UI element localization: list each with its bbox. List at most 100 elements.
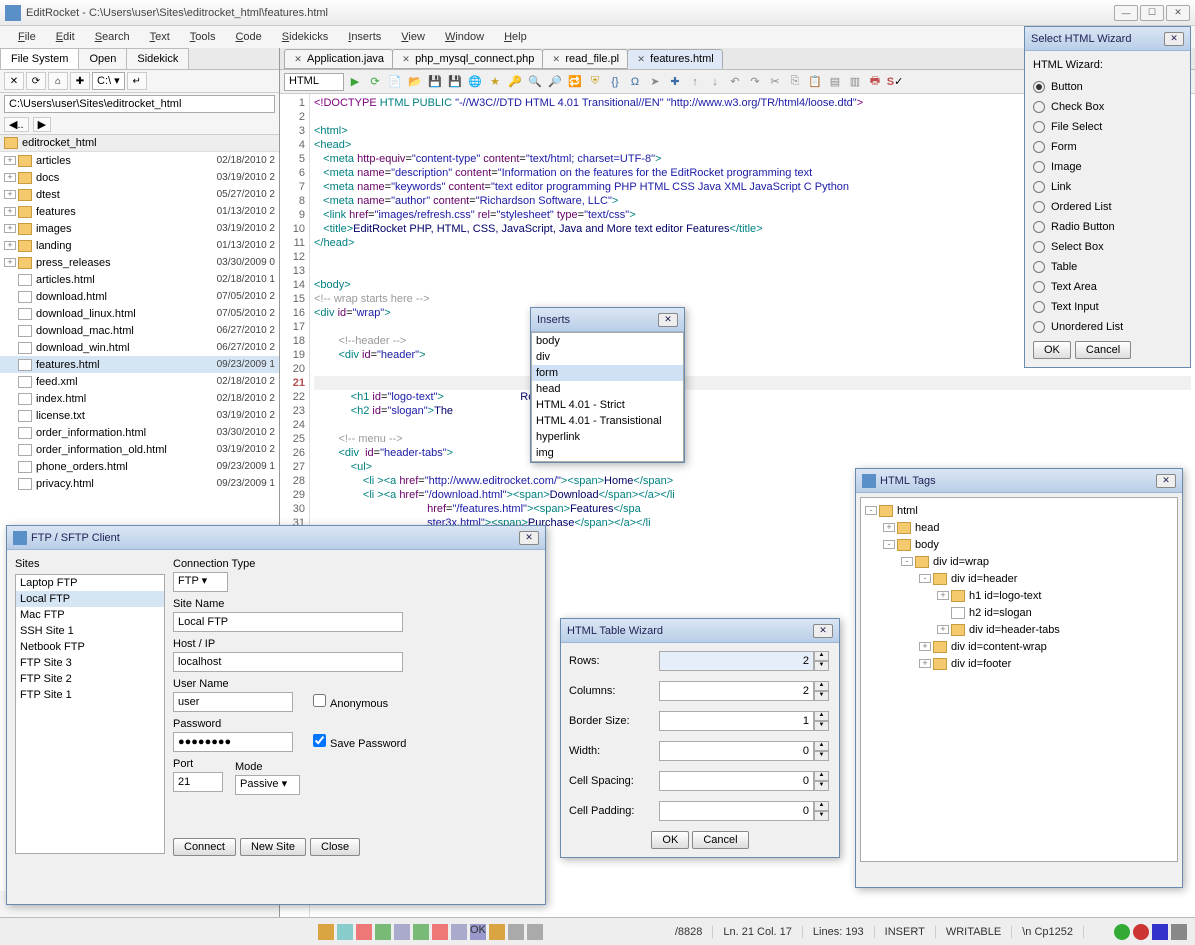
status-icon[interactable] <box>508 924 524 940</box>
tree-node[interactable]: +h1 id=logo-text <box>865 587 1173 604</box>
tool-right-arrow-icon[interactable]: ➤ <box>646 73 664 91</box>
password-input[interactable] <box>173 732 293 752</box>
expand-icon[interactable]: + <box>919 659 931 668</box>
radio-icon[interactable] <box>1033 241 1045 253</box>
wizard-option[interactable]: Radio Button <box>1033 221 1182 233</box>
tree-node[interactable]: +div id=header-tabs <box>865 621 1173 638</box>
expand-icon[interactable]: + <box>4 207 16 216</box>
spin-up-icon[interactable]: ▲ <box>814 651 829 661</box>
insert-item[interactable]: HTML 4.01 - Strict <box>532 397 683 413</box>
insert-item[interactable]: form <box>532 365 683 381</box>
side-tab-file-system[interactable]: File System <box>0 48 79 69</box>
tree-node[interactable]: -div id=wrap <box>865 553 1173 570</box>
wizard-option[interactable]: Ordered List <box>1033 201 1182 213</box>
tool-doc2-icon[interactable]: ▥ <box>846 73 864 91</box>
close-icon[interactable]: ✕ <box>813 624 833 638</box>
status-icon[interactable]: OK <box>470 924 486 940</box>
wizard-option[interactable]: Text Input <box>1033 301 1182 313</box>
minimize-button[interactable]: — <box>1114 5 1138 21</box>
insert-item[interactable]: img <box>532 445 683 461</box>
spin-down-icon[interactable]: ▼ <box>814 661 829 671</box>
close-tab-icon[interactable]: ✕ <box>401 54 411 64</box>
site-item[interactable]: FTP Site 1 <box>16 687 164 703</box>
file-row[interactable]: download_win.html06/27/2010 2 <box>0 339 279 356</box>
tool-horseshoe-icon[interactable]: Ω <box>626 73 644 91</box>
rows-input[interactable] <box>659 651 814 671</box>
tool-down-icon[interactable]: ↓ <box>706 73 724 91</box>
tool-redo-icon[interactable]: ↷ <box>746 73 764 91</box>
tool-find-icon[interactable]: 🔎 <box>546 73 564 91</box>
insert-item[interactable]: hyperlink <box>532 429 683 445</box>
mode-select[interactable]: Passive ▾ <box>235 775 300 795</box>
tool-new-icon[interactable]: 📄 <box>386 73 404 91</box>
close-button[interactable]: ✕ <box>1166 5 1190 21</box>
tool-up-icon[interactable]: ↑ <box>686 73 704 91</box>
radio-icon[interactable] <box>1033 181 1045 193</box>
file-row[interactable]: phone_orders.html09/23/2009 1 <box>0 458 279 475</box>
menu-help[interactable]: Help <box>494 29 537 45</box>
path-input[interactable]: C:\Users\user\Sites\editrocket_html <box>4 95 275 113</box>
wizard-option[interactable]: Table <box>1033 261 1182 273</box>
border-input[interactable] <box>659 711 814 731</box>
ok-button[interactable]: OK <box>651 831 689 849</box>
expand-icon[interactable]: + <box>4 241 16 250</box>
tool-undo-icon[interactable]: ↶ <box>726 73 744 91</box>
editor-tab[interactable]: ✕read_file.pl <box>542 49 628 69</box>
editor-tab[interactable]: ✕Application.java <box>284 49 393 69</box>
status-icon[interactable] <box>432 924 448 940</box>
file-row[interactable]: +articles02/18/2010 2 <box>0 152 279 169</box>
file-row[interactable]: download_linux.html07/05/2010 2 <box>0 305 279 322</box>
file-row[interactable]: download_mac.html06/27/2010 2 <box>0 322 279 339</box>
menu-inserts[interactable]: Inserts <box>338 29 391 45</box>
insert-item[interactable]: HTML 4.01 - Transistional <box>532 413 683 429</box>
language-select[interactable]: HTML <box>284 73 344 91</box>
tree-node[interactable]: +div id=content-wrap <box>865 638 1173 655</box>
wizard-option[interactable]: Unordered List <box>1033 321 1182 333</box>
status-icon[interactable] <box>356 924 372 940</box>
menu-view[interactable]: View <box>391 29 435 45</box>
site-item[interactable]: Laptop FTP <box>16 575 164 591</box>
radio-icon[interactable] <box>1033 281 1045 293</box>
menu-window[interactable]: Window <box>435 29 494 45</box>
site-item[interactable]: Mac FTP <box>16 607 164 623</box>
status-play-icon[interactable] <box>1114 924 1130 940</box>
tool-validator-icon[interactable]: S✓ <box>886 73 904 91</box>
site-item[interactable]: FTP Site 2 <box>16 671 164 687</box>
radio-icon[interactable] <box>1033 201 1045 213</box>
cancel-button[interactable]: Cancel <box>1075 341 1131 359</box>
tool-print-icon[interactable]: 🖶 <box>866 73 884 91</box>
side-tab-open[interactable]: Open <box>78 48 127 69</box>
status-icon[interactable] <box>413 924 429 940</box>
insert-item[interactable]: head <box>532 381 683 397</box>
tool-plus-icon[interactable]: ✚ <box>666 73 684 91</box>
tree-node[interactable]: +div id=footer <box>865 655 1173 672</box>
menu-code[interactable]: Code <box>225 29 271 45</box>
wizard-option[interactable]: Text Area <box>1033 281 1182 293</box>
file-row[interactable]: +landing01/13/2010 2 <box>0 237 279 254</box>
radio-icon[interactable] <box>1033 321 1045 333</box>
status-eject-icon[interactable] <box>1171 924 1187 940</box>
tree-node[interactable]: -div id=header <box>865 570 1173 587</box>
close-tab-icon[interactable]: ✕ <box>551 54 561 64</box>
tree-node[interactable]: +head <box>865 519 1173 536</box>
file-row[interactable]: privacy.html09/23/2009 1 <box>0 475 279 492</box>
expand-icon[interactable]: - <box>901 557 913 566</box>
tool-search-icon[interactable]: 🔍 <box>526 73 544 91</box>
maximize-button[interactable]: ☐ <box>1140 5 1164 21</box>
wizard-option[interactable]: Select Box <box>1033 241 1182 253</box>
tool-open-icon[interactable]: 📂 <box>406 73 424 91</box>
tool-braces-icon[interactable]: {} <box>606 73 624 91</box>
insert-item[interactable]: body <box>532 333 683 349</box>
side-tab-sidekick[interactable]: Sidekick <box>126 48 189 69</box>
tool-wand-icon[interactable]: ★ <box>486 73 504 91</box>
close-icon[interactable]: ✕ <box>1156 474 1176 488</box>
wizard-option[interactable]: Image <box>1033 161 1182 173</box>
site-item[interactable]: Local FTP <box>16 591 164 607</box>
close-tab-icon[interactable]: ✕ <box>293 54 303 64</box>
tree-node[interactable]: h2 id=slogan <box>865 604 1173 621</box>
connect-button[interactable]: Connect <box>173 838 236 856</box>
status-stop-icon[interactable] <box>1152 924 1168 940</box>
wizard-option[interactable]: File Select <box>1033 121 1182 133</box>
expand-icon[interactable]: - <box>919 574 931 583</box>
anonymous-checkbox[interactable]: Anonymous <box>313 694 388 710</box>
